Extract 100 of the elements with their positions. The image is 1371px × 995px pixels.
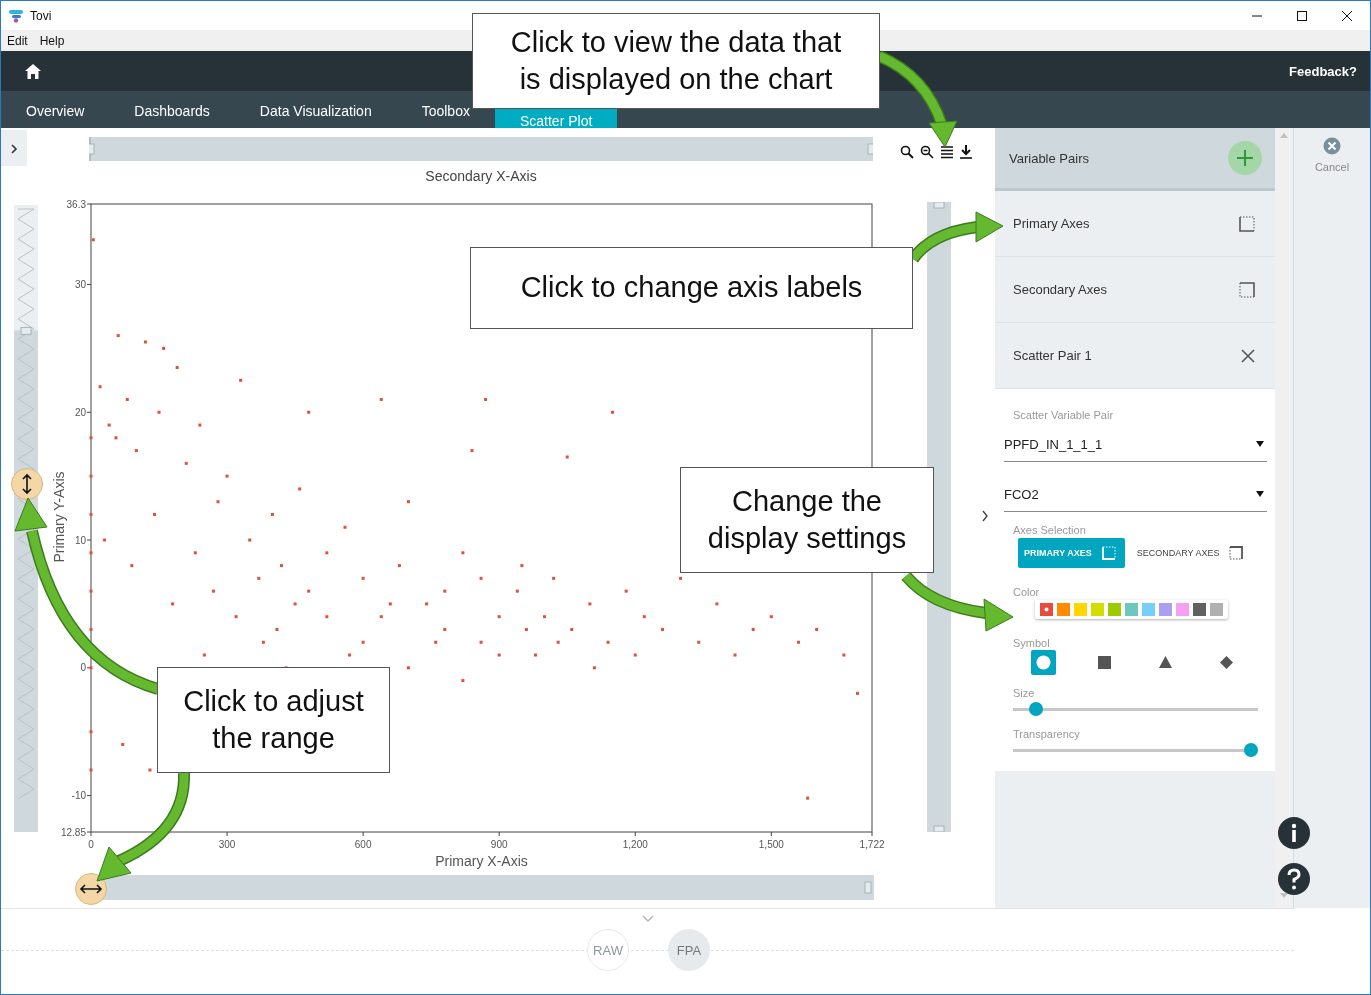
slider-label: Size (1013, 687, 1036, 699)
data-point (397, 564, 401, 568)
data-point (425, 602, 429, 606)
caret-icon (1256, 441, 1264, 447)
list-icon[interactable] (940, 145, 954, 159)
toggle-button[interactable]: SECONDARY AXES (1130, 538, 1253, 568)
info-icon[interactable] (1278, 817, 1310, 849)
range-slider[interactable] (89, 137, 873, 161)
tick-label: 0 (88, 839, 94, 850)
data-point (248, 538, 252, 542)
nav-tab[interactable]: Data Visualization (234, 91, 397, 128)
data-point (484, 398, 488, 401)
item-label: Scatter Pair 1 (1013, 348, 1092, 363)
download-icon[interactable] (960, 145, 972, 159)
data-point (642, 615, 646, 619)
maximize-icon[interactable] (1296, 9, 1308, 22)
tick-label: 1,722 (859, 839, 885, 850)
range-slider[interactable] (927, 202, 951, 832)
window-title: Tovi (30, 8, 52, 23)
data-point (552, 576, 556, 580)
data-point (556, 640, 560, 644)
toggle-label: PRIMARY AXES (1024, 548, 1092, 558)
menu-item[interactable]: Help (39, 33, 65, 48)
data-point (497, 615, 501, 619)
color-swatch[interactable] (1057, 603, 1070, 616)
slider-thumb[interactable] (1029, 702, 1044, 716)
axes-icon[interactable] (1239, 281, 1255, 298)
expand-sidebar-button[interactable] (1, 130, 27, 166)
color-swatch[interactable] (1108, 603, 1121, 616)
add-button[interactable] (1227, 140, 1263, 176)
axes-icon[interactable] (1239, 215, 1255, 232)
close-icon[interactable] (1241, 348, 1255, 363)
color-swatch[interactable] (1091, 603, 1104, 616)
data-point (125, 398, 129, 401)
data-point (856, 691, 859, 695)
data-point (361, 640, 365, 644)
scroll-up-icon[interactable] (1280, 133, 1288, 138)
data-point (298, 487, 302, 491)
color-swatch[interactable] (1040, 603, 1053, 616)
data-point (89, 436, 93, 440)
data-point (624, 589, 628, 593)
color-swatch[interactable] (1125, 603, 1138, 616)
data-point (114, 436, 118, 440)
close-icon[interactable] (1341, 9, 1353, 22)
data-point (257, 576, 261, 580)
dropdown-field[interactable]: PPFD_IN_1_1_1 (1004, 427, 1267, 462)
slider-thumb[interactable] (1244, 743, 1258, 757)
color-swatch[interactable] (1176, 603, 1189, 616)
home-icon[interactable] (25, 63, 41, 79)
data-point (171, 602, 175, 606)
tick-label: 12.85 (60, 826, 86, 838)
field-label: Axes Selection (1013, 524, 1087, 536)
data-point (89, 628, 93, 631)
axis-title[interactable]: Primary Y-Axis (51, 471, 67, 563)
data-point (543, 615, 547, 619)
chevron-down-icon[interactable] (642, 915, 654, 923)
data-point (733, 653, 737, 657)
field-label: Color (1013, 586, 1041, 598)
color-swatch[interactable] (1159, 603, 1172, 616)
range-slider[interactable] (14, 205, 38, 832)
data-point (461, 679, 465, 683)
feedback-link[interactable]: Feedback? (1289, 63, 1357, 79)
data-point (325, 551, 329, 555)
data-point (497, 653, 501, 657)
tick-label: 300 (218, 839, 236, 850)
axis-title[interactable]: Secondary X-Axis (425, 168, 537, 184)
data-point (225, 474, 229, 478)
data-point (293, 602, 297, 606)
slider-handle[interactable] (11, 468, 43, 500)
section-label: Scatter Variable Pair (1013, 409, 1115, 421)
help-icon[interactable] (1278, 863, 1310, 895)
zoom-out-icon[interactable] (920, 145, 934, 159)
data-point (107, 423, 111, 427)
data-point (89, 551, 93, 555)
data-point (275, 628, 279, 631)
chevron-right-icon[interactable] (981, 510, 989, 522)
data-point (379, 398, 383, 401)
circle-symbol-button[interactable] (1031, 650, 1056, 675)
zoom-in-icon[interactable] (900, 145, 914, 159)
field-label: Symbol (1013, 637, 1051, 649)
nav-tab[interactable]: Overview (1, 91, 110, 128)
view-toggle[interactable]: FPA (668, 929, 710, 971)
dropdown-field[interactable]: FCO2 (1004, 477, 1267, 512)
scroll-down-icon[interactable] (1280, 893, 1288, 898)
menu-item[interactable]: Edit (7, 33, 28, 48)
data-point (407, 666, 410, 670)
callout-tooltip: Click to adjust the range (157, 667, 390, 773)
callout-tooltip: Change the display settings (680, 467, 934, 573)
axis-title[interactable]: Primary X-Axis (435, 853, 528, 869)
color-swatch[interactable] (1142, 603, 1155, 616)
data-point (633, 653, 637, 657)
data-point (91, 238, 95, 242)
data-point (130, 564, 134, 568)
color-swatch[interactable] (1074, 603, 1087, 616)
nav-tab[interactable]: Dashboards (109, 91, 235, 128)
color-swatch[interactable] (1193, 603, 1206, 616)
data-point (515, 589, 519, 593)
color-swatch[interactable] (1210, 603, 1223, 616)
cancel-icon[interactable] (1323, 137, 1341, 155)
range-slider[interactable] (75, 873, 874, 905)
